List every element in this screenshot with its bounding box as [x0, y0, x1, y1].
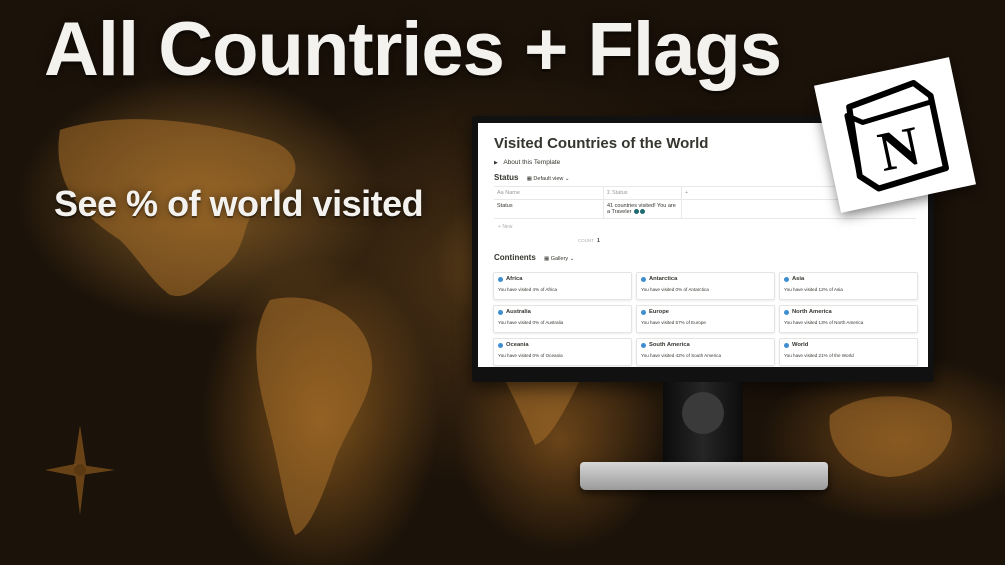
continents-heading: Continents: [494, 253, 536, 262]
count-summary: COUNT 1: [578, 238, 600, 244]
gallery-card[interactable]: Oceania You have visited 0% of Oceania: [493, 338, 632, 366]
globe-icon: [498, 342, 503, 348]
column-header-status[interactable]: Σ Status: [604, 187, 682, 199]
status-heading: Status: [494, 173, 519, 182]
gallery-card[interactable]: Europe You have visited 57% of Europe: [636, 305, 775, 333]
map-south-america: [256, 297, 372, 535]
new-row-button[interactable]: + New: [498, 224, 512, 230]
subheadline: See % of world visited: [54, 183, 424, 224]
gallery-card[interactable]: South America You have visited 42% of Sou…: [636, 338, 775, 366]
gallery-card[interactable]: World You have visited 21% of the World: [779, 338, 918, 366]
map-australia: [829, 396, 952, 477]
text-type-icon: Aa: [497, 190, 504, 196]
continents-section-header: Continents ▦ Gallery ⌄: [494, 253, 574, 262]
gallery-card[interactable]: Australia You have visited 0% of Australi…: [493, 305, 632, 333]
globe-icon: [640, 209, 645, 215]
row-name-cell[interactable]: Status: [494, 200, 604, 218]
status-section-header: Status ▦ Default view ⌄: [494, 173, 570, 182]
status-view-label: Default view: [533, 176, 564, 182]
monitor-neck-cutout: [682, 392, 724, 434]
globe-icon: [784, 309, 789, 315]
gallery-card[interactable]: North America You have visited 13% of Nor…: [779, 305, 918, 333]
about-label: About this Template: [503, 159, 561, 166]
chevron-down-icon: ⌄: [564, 176, 570, 182]
globe-icon: [498, 276, 503, 282]
continents-view-label: Gallery: [550, 256, 569, 262]
globe-icon: [641, 342, 646, 348]
table-icon: ▦: [526, 176, 532, 182]
globe-icon: [634, 209, 639, 215]
globe-icon: [784, 276, 789, 282]
status-view-switcher[interactable]: ▦ Default view ⌄: [527, 176, 570, 182]
continents-gallery: Africa You have visited 4% of Africa Anta…: [493, 272, 918, 366]
flag-icon: [641, 276, 646, 282]
gallery-card[interactable]: Asia You have visited 12% of Asia: [779, 272, 918, 300]
formula-icon: Σ: [607, 190, 611, 196]
monitor-base: [580, 462, 828, 490]
row-status-cell[interactable]: 41 countries visited! You are a Traveler: [604, 200, 682, 218]
count-value: 1: [597, 238, 600, 244]
continents-view-switcher[interactable]: ▦ Gallery ⌄: [544, 256, 574, 262]
globe-icon: [498, 309, 503, 315]
gallery-card[interactable]: Antarctica You have visited 0% of Antarct…: [636, 272, 775, 300]
globe-icon: [784, 342, 789, 348]
toggle-triangle-icon: ▶: [494, 160, 498, 166]
compass-rose-icon: [45, 425, 115, 515]
chevron-down-icon: ⌄: [569, 256, 575, 262]
about-toggle[interactable]: ▶ About this Template: [494, 159, 560, 166]
count-label: COUNT: [578, 238, 594, 243]
headline: All Countries + Flags: [44, 7, 782, 92]
gallery-card[interactable]: Africa You have visited 4% of Africa: [493, 272, 632, 300]
gallery-icon: ▦: [544, 256, 550, 262]
page-title: Visited Countries of the World: [494, 135, 709, 152]
plus-icon: +: [498, 224, 501, 230]
column-header-name[interactable]: Aa Name: [494, 187, 604, 199]
globe-icon: [641, 309, 646, 315]
